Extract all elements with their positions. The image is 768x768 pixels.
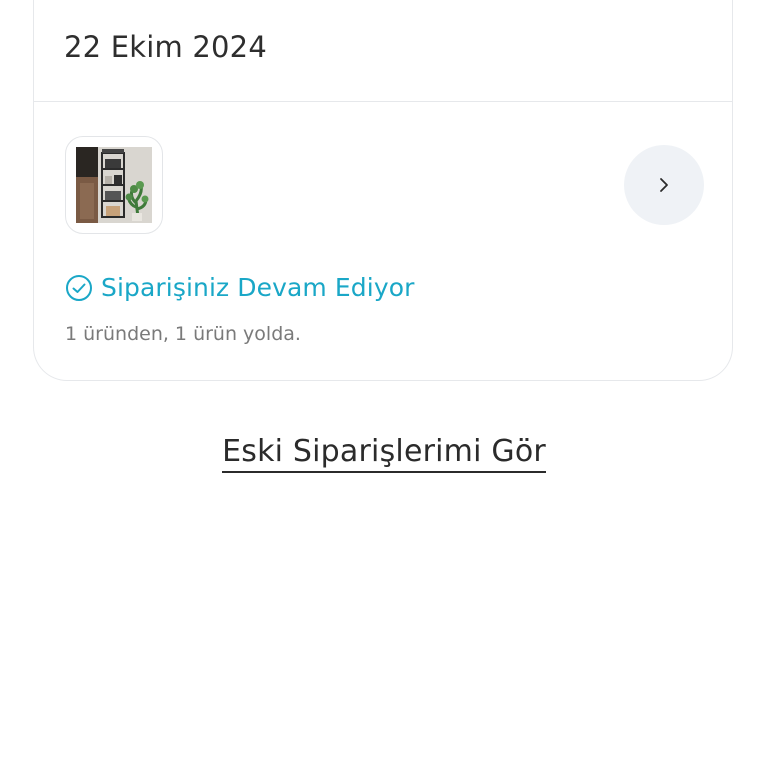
order-status: Siparişiniz Devam Ediyor: [65, 273, 414, 302]
product-thumbnail[interactable]: [65, 136, 163, 234]
page: 22 Ekim 2024 Siparişiniz Devam Ediyor 1 …: [0, 0, 768, 768]
divider: [34, 101, 732, 102]
shelf-product-photo: [76, 147, 152, 223]
chevron-right-icon: [660, 178, 668, 192]
order-date: 22 Ekim 2024: [64, 30, 267, 64]
order-card: 22 Ekim 2024 Siparişiniz Devam Ediyor 1 …: [33, 0, 733, 381]
check-circle-icon: [66, 274, 92, 301]
order-substatus: 1 üründen, 1 ürün yolda.: [65, 323, 301, 345]
old-orders-link[interactable]: Eski Siparişlerimi Gör: [222, 434, 546, 473]
old-orders-container: Eski Siparişlerimi Gör: [0, 434, 768, 473]
order-detail-button[interactable]: [624, 145, 704, 225]
order-status-text: Siparişiniz Devam Ediyor: [101, 273, 415, 302]
